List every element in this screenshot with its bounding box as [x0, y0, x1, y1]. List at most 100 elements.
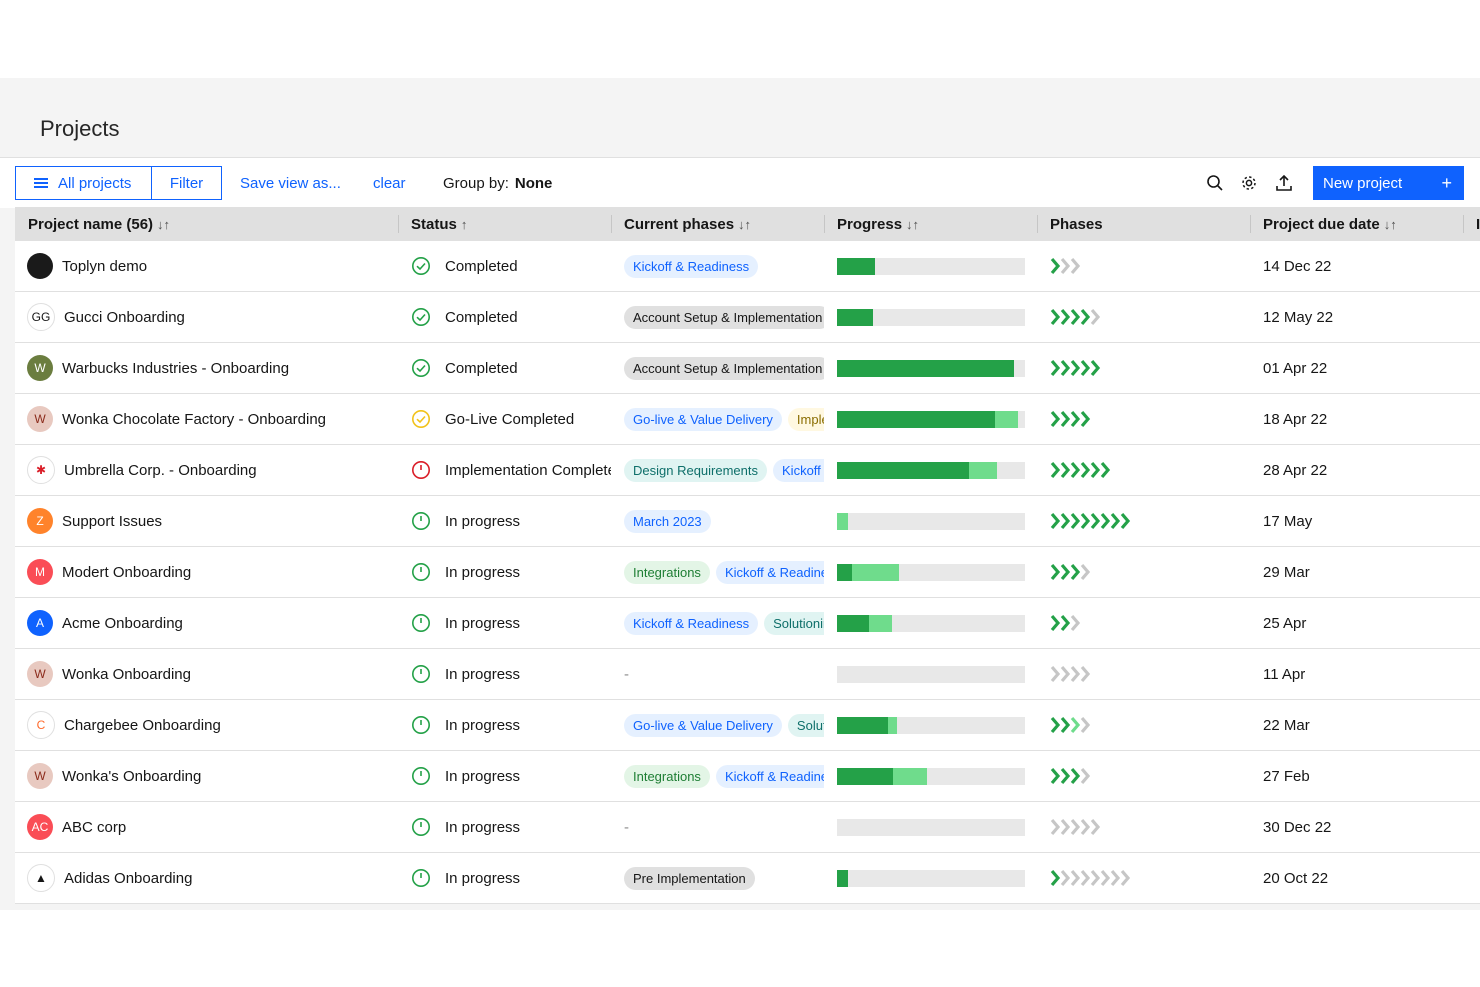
check-circle-icon	[412, 257, 430, 275]
progress-fill-active	[888, 716, 897, 734]
table-row[interactable]: A Acme Onboarding In progress Kickoff & Rea…	[15, 598, 1480, 649]
project-name[interactable]: Umbrella Corp. - Onboarding	[64, 462, 257, 479]
project-name-cell[interactable]: W Wonka Onboarding	[27, 649, 397, 699]
table-row[interactable]: Toplyn demo Completed Kickoff & Readiness 1…	[15, 241, 1480, 292]
phase-tag[interactable]: Kickoff & Readiness	[715, 764, 824, 788]
progress-bar	[837, 257, 1025, 275]
sort-icon[interactable]: ↓↑	[157, 217, 170, 232]
project-name-cell[interactable]: ▲ Adidas Onboarding	[27, 853, 397, 903]
project-name-cell[interactable]: M Modert Onboarding	[27, 547, 397, 597]
phase-tag[interactable]: Go-live & Value Delivery	[624, 713, 782, 737]
table-row[interactable]: W Warbucks Industries - Onboarding Complet…	[15, 343, 1480, 394]
project-name-cell[interactable]: W Wonka's Onboarding	[27, 751, 397, 801]
search-icon[interactable]	[1206, 174, 1224, 192]
project-name-cell[interactable]: Toplyn demo	[27, 241, 397, 291]
upload-icon[interactable]	[1275, 174, 1293, 192]
gear-icon[interactable]	[1240, 174, 1258, 192]
phase-chevron-icon	[1080, 461, 1091, 479]
phase-tag[interactable]: Implementation	[787, 407, 824, 431]
table-row[interactable]: Z Support Issues In progress March 2023 17 M…	[15, 496, 1480, 547]
project-name-cell[interactable]: Z Support Issues	[27, 496, 397, 546]
column-header-due-date[interactable]: Project due date ↓↑	[1263, 216, 1397, 233]
phase-chevron-icon	[1070, 359, 1081, 377]
table-body: Toplyn demo Completed Kickoff & Readiness 1…	[15, 241, 1480, 904]
column-header-phases[interactable]: Phases	[1050, 216, 1103, 233]
all-projects-button[interactable]: All projects	[15, 166, 152, 200]
table-row[interactable]: W Wonka Chocolate Factory - Onboarding Go-…	[15, 394, 1480, 445]
phase-tag[interactable]: Kickoff & Readiness	[624, 611, 759, 635]
table-row[interactable]: GG Gucci Onboarding Completed Account Setup…	[15, 292, 1480, 343]
project-name[interactable]: Chargebee Onboarding	[64, 717, 221, 734]
project-name-cell[interactable]: ✱ Umbrella Corp. - Onboarding	[27, 445, 397, 495]
project-name-cell[interactable]: GG Gucci Onboarding	[27, 292, 397, 342]
column-header-truncated[interactable]: I	[1476, 216, 1480, 233]
table-row[interactable]: ▲ Adidas Onboarding In progress Pre Impleme…	[15, 853, 1480, 904]
plus-icon: +	[1441, 172, 1452, 193]
project-name[interactable]: Wonka Chocolate Factory - Onboarding	[62, 411, 326, 428]
column-header-current-phases[interactable]: Current phases ↓↑	[624, 216, 751, 233]
phase-tag[interactable]: March 2023	[624, 509, 711, 533]
column-header-progress[interactable]: Progress ↓↑	[837, 216, 919, 233]
clear-link[interactable]: clear	[373, 175, 406, 192]
current-phases-cell: Pre Implementation	[624, 853, 824, 903]
due-date: 25 Apr	[1263, 614, 1307, 632]
adidas-logo: ▲	[27, 864, 55, 892]
project-name[interactable]: Wonka Onboarding	[62, 666, 191, 683]
project-name-cell[interactable]: W Wonka Chocolate Factory - Onboarding	[27, 394, 397, 444]
new-project-button[interactable]: New project +	[1313, 166, 1464, 200]
table-row[interactable]: W Wonka's Onboarding In progress Integratio…	[15, 751, 1480, 802]
phase-tag[interactable]: Integrations	[624, 764, 710, 788]
project-name[interactable]: ABC corp	[62, 819, 126, 836]
phase-tag[interactable]: Account Setup & Implementation	[624, 305, 824, 329]
project-name-cell[interactable]: AC ABC corp	[27, 802, 397, 852]
project-name[interactable]: Toplyn demo	[62, 258, 147, 275]
sort-icon[interactable]: ↓↑	[738, 217, 751, 232]
save-view-link[interactable]: Save view as...	[240, 175, 341, 192]
phase-tag[interactable]: Kickoff & Readiness	[624, 254, 759, 278]
due-date: 01 Apr 22	[1263, 359, 1328, 377]
phase-tag[interactable]: Solutioning	[787, 713, 824, 737]
project-name-cell[interactable]: A Acme Onboarding	[27, 598, 397, 648]
project-name[interactable]: Wonka's Onboarding	[62, 768, 201, 785]
phases-cell	[1050, 598, 1250, 648]
project-name[interactable]: Warbucks Industries - Onboarding	[62, 360, 289, 377]
table-row[interactable]: W Wonka Onboarding In progress - 11 Apr	[15, 649, 1480, 700]
phase-tag[interactable]: Pre Implementation	[624, 866, 755, 890]
phase-tag[interactable]: Integrations	[624, 560, 710, 584]
projects-table: Project name (56) ↓↑ Status ↑ Current phas…	[15, 207, 1480, 904]
phase-tag[interactable]: Account Setup & Implementation	[624, 356, 824, 380]
phase-chevron-icon	[1080, 716, 1091, 734]
phase-tag[interactable]: Design Requirements	[624, 458, 768, 482]
due-date: 11 Apr	[1263, 665, 1306, 683]
column-header-name[interactable]: Project name (56) ↓↑	[28, 216, 170, 233]
project-name[interactable]: Adidas Onboarding	[64, 870, 192, 887]
table-row[interactable]: ✱ Umbrella Corp. - Onboarding Implementati…	[15, 445, 1480, 496]
progress-bar	[837, 461, 1025, 479]
project-name[interactable]: Gucci Onboarding	[64, 309, 185, 326]
group-by-selector[interactable]: Group by: None	[443, 175, 552, 192]
project-name[interactable]: Acme Onboarding	[62, 615, 183, 632]
phase-chevron-icon	[1110, 512, 1121, 530]
progress-cell	[837, 496, 1027, 546]
status-cell: Completed	[411, 292, 611, 342]
project-name-cell[interactable]: C Chargebee Onboarding	[27, 700, 397, 750]
sort-icon[interactable]: ↑	[461, 217, 468, 232]
progress-cell	[837, 700, 1027, 750]
project-name[interactable]: Modert Onboarding	[62, 564, 191, 581]
project-name[interactable]: Support Issues	[62, 513, 162, 530]
table-row[interactable]: C Chargebee Onboarding In progress Go-live …	[15, 700, 1480, 751]
filter-button[interactable]: Filter	[151, 166, 222, 200]
table-row[interactable]: M Modert Onboarding In progress Integration…	[15, 547, 1480, 598]
phase-tag[interactable]: Kickoff & Readiness	[715, 560, 824, 584]
sort-icon[interactable]: ↓↑	[906, 217, 919, 232]
sort-icon[interactable]: ↓↑	[1384, 217, 1397, 232]
phase-chevron-icon	[1060, 308, 1071, 326]
status-text: In progress	[445, 614, 521, 632]
chargebee-logo: C	[27, 711, 55, 739]
phase-tag[interactable]: Kickoff & Readiness	[773, 458, 824, 482]
column-header-status[interactable]: Status ↑	[411, 216, 467, 233]
project-name-cell[interactable]: W Warbucks Industries - Onboarding	[27, 343, 397, 393]
phase-tag[interactable]: Go-live & Value Delivery	[624, 407, 782, 431]
phase-tag[interactable]: Solutioning	[764, 611, 824, 635]
table-row[interactable]: AC ABC corp In progress - 30 Dec 22	[15, 802, 1480, 853]
